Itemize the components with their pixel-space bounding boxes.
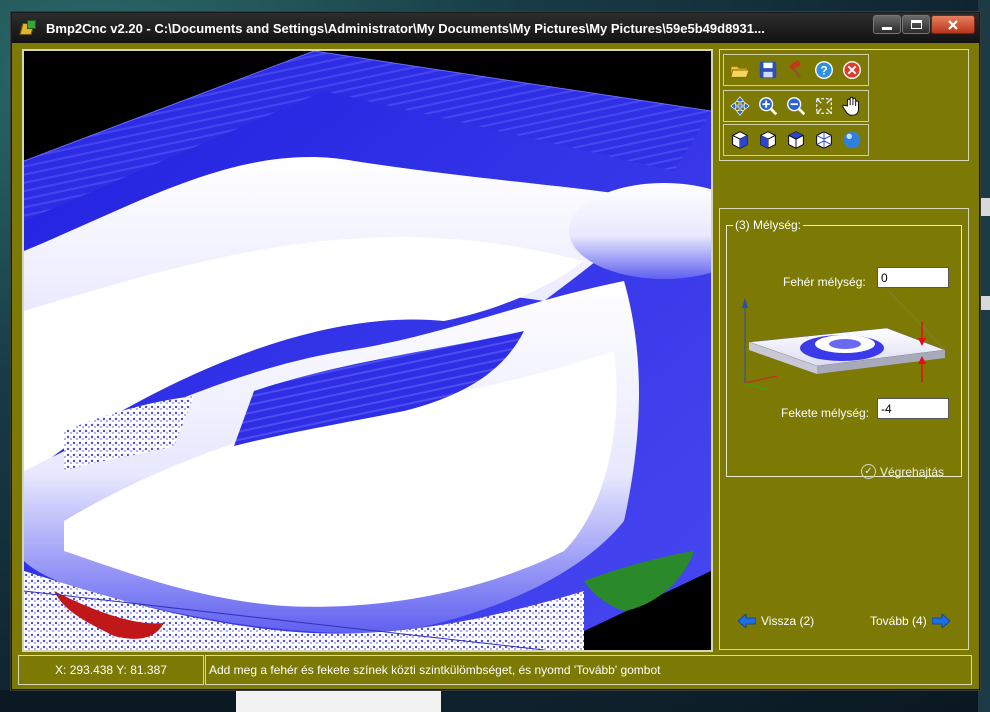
depth-group-legend: (3) Mélység: xyxy=(733,218,804,232)
relief-mesh-render xyxy=(24,51,711,650)
save-disk-button[interactable] xyxy=(756,58,780,82)
app-logo-icon xyxy=(19,19,38,37)
save-disk-icon xyxy=(759,61,777,79)
move-arrows-icon xyxy=(730,96,750,116)
execute-button[interactable]: ✓ Végrehajtás xyxy=(861,464,944,479)
execute-label: Végrehajtás xyxy=(880,464,945,479)
close-button[interactable] xyxy=(931,15,975,34)
3d-preview-viewport[interactable] xyxy=(22,49,713,652)
zoom-in-button[interactable] xyxy=(756,94,780,118)
file-toolbar-row: ? xyxy=(723,54,869,86)
minimize-button[interactable] xyxy=(873,15,901,34)
view-cube-wire-button[interactable] xyxy=(812,128,836,152)
depth-diagram xyxy=(742,288,946,391)
pan-hand-button[interactable] xyxy=(840,94,864,118)
desktop-background-strip xyxy=(0,690,236,712)
step-panel: (3) Mélység: Fehér mélység: 0 Fekete mél… xyxy=(719,208,969,650)
minimize-icon xyxy=(882,27,892,30)
view-cube-front-icon xyxy=(732,131,748,149)
close-circle-button[interactable] xyxy=(840,58,864,82)
black-depth-label: Fekete mélység: xyxy=(781,406,870,420)
zoom-fit-button[interactable] xyxy=(812,94,836,118)
view-cube-side-button[interactable] xyxy=(756,128,780,152)
svg-text:?: ? xyxy=(820,64,827,78)
app-window: Bmp2Cnc v2.20 - C:\Documents and Setting… xyxy=(11,12,980,690)
view-toolbar-row xyxy=(723,90,869,122)
zoom-out-button[interactable] xyxy=(784,94,808,118)
close-x-icon xyxy=(948,19,958,30)
view-cube-top-button[interactable] xyxy=(784,128,808,152)
depth-group: (3) Mélység: Fehér mélység: 0 Fekete mél… xyxy=(726,218,962,479)
next-label: Tovább (4) xyxy=(870,614,927,628)
maximize-icon xyxy=(910,20,922,29)
black-depth-input[interactable] xyxy=(877,398,949,419)
pan-hand-icon xyxy=(842,96,859,116)
hammer-icon xyxy=(789,60,802,79)
status-bar: X: 293.438 Y: 81.387 Add meg a fehér és … xyxy=(18,655,972,685)
coordinates-readout: X: 293.438 Y: 81.387 xyxy=(18,655,204,685)
zoom-fit-icon xyxy=(815,97,833,115)
render-sphere-icon xyxy=(843,131,861,149)
move-arrows-button[interactable] xyxy=(728,94,752,118)
hammer-button[interactable] xyxy=(784,58,808,82)
zoom-out-icon xyxy=(787,97,806,116)
back-button[interactable]: Vissza (2) xyxy=(738,614,814,628)
render-sphere-button[interactable] xyxy=(840,128,864,152)
view-cube-side-icon xyxy=(760,131,776,149)
toolbar-panel: ? xyxy=(719,49,969,161)
desktop-window-behind xyxy=(236,690,441,712)
window-title: Bmp2Cnc v2.20 - C:\Documents and Setting… xyxy=(46,20,765,36)
title-bar[interactable]: Bmp2Cnc v2.20 - C:\Documents and Setting… xyxy=(12,13,979,43)
view-cube-top-icon xyxy=(788,131,804,149)
arrow-left-icon xyxy=(738,614,756,628)
close-circle-icon xyxy=(843,61,861,79)
next-button[interactable]: Tovább (4) xyxy=(870,614,950,628)
open-folder-icon xyxy=(730,65,750,78)
camera-toolbar-row xyxy=(723,124,869,156)
white-depth-input[interactable] xyxy=(877,267,949,288)
white-depth-label: Fehér mélység: xyxy=(783,275,866,289)
help-button[interactable]: ? xyxy=(812,58,836,82)
checkmark-icon: ✓ xyxy=(861,464,876,479)
open-folder-button[interactable] xyxy=(728,58,752,82)
help-icon: ? xyxy=(815,61,833,79)
view-cube-wire-icon xyxy=(816,131,832,149)
arrow-right-icon xyxy=(931,614,950,628)
zoom-in-icon xyxy=(759,97,778,116)
maximize-button[interactable] xyxy=(902,15,930,34)
view-cube-front-button[interactable] xyxy=(728,128,752,152)
back-label: Vissza (2) xyxy=(761,614,815,628)
status-message: Add meg a fehér és fekete színek közti s… xyxy=(205,655,972,685)
